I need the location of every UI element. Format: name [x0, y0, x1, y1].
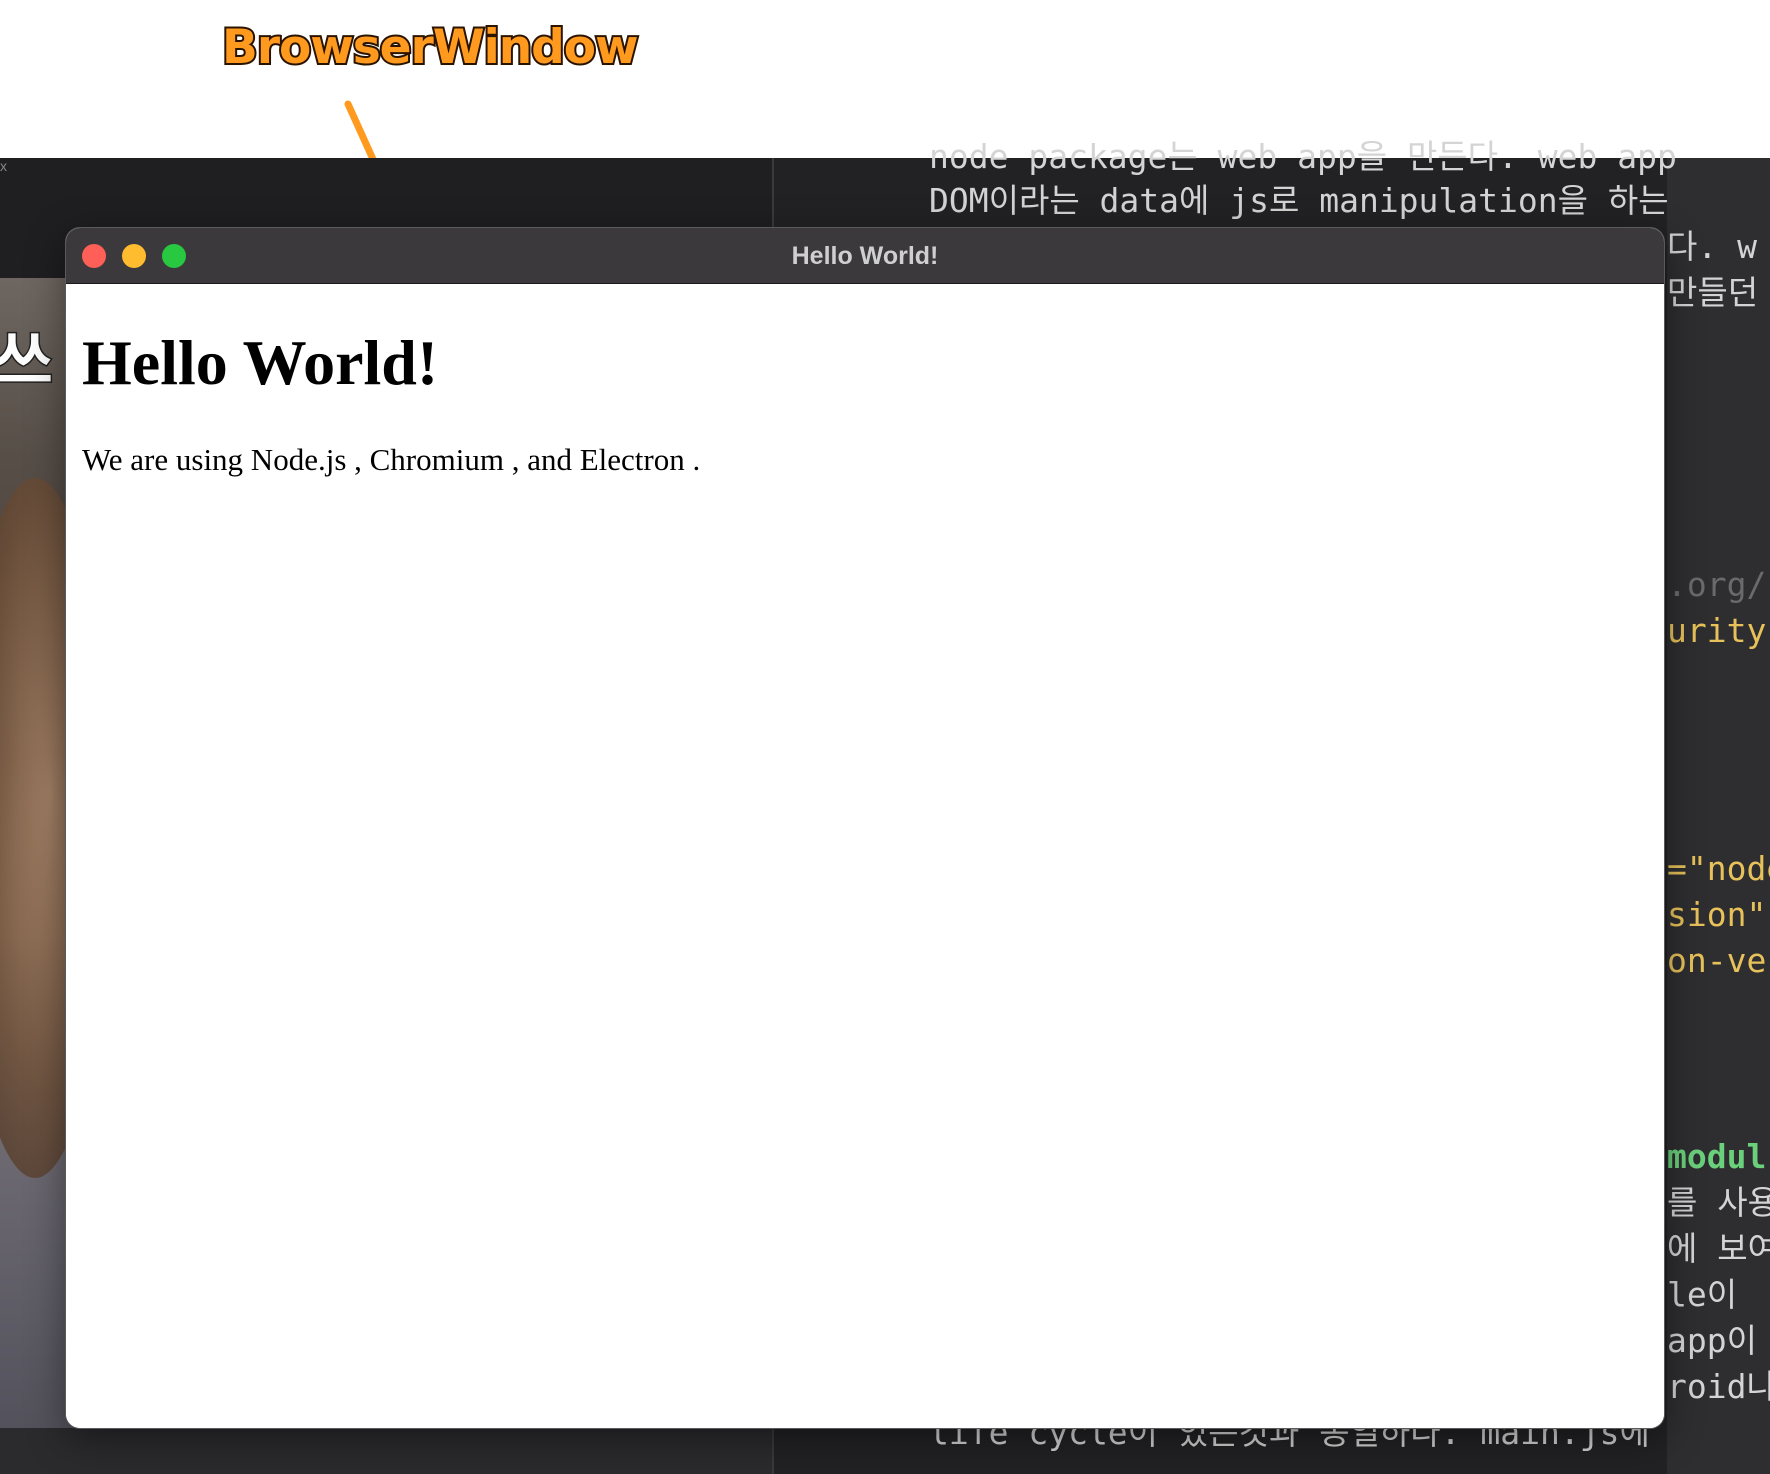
editor-line: modul: [1667, 1137, 1767, 1176]
editor-line: 만들던: [1667, 273, 1759, 312]
editor-line: 다. w: [1667, 227, 1757, 266]
editor-line: le이: [1667, 1275, 1738, 1314]
background-close-marker: x: [0, 158, 7, 174]
editor-line: app이: [1667, 1321, 1757, 1360]
browserwindow-annotation-label: BrowserWindow: [220, 18, 641, 77]
editor-line: roid나: [1667, 1367, 1770, 1406]
editor-line: DOM이라는 data에 js로 manipulation을 하는: [929, 181, 1669, 220]
background-bottom-panel: [0, 1428, 775, 1474]
editor-line: 를 사용: [1667, 1183, 1770, 1222]
editor-line: .org/: [1667, 565, 1767, 604]
editor-line: urity-: [1667, 611, 1770, 650]
window-content: Hello World! We are using Node.js , Chro…: [66, 284, 1664, 1428]
page-paragraph: We are using Node.js , Chromium , and El…: [82, 442, 701, 477]
editor-line: node package는 web app을 만든다. web app: [929, 137, 1677, 176]
editor-line: 에 보여: [1667, 1229, 1770, 1268]
page-heading: Hello World!: [82, 327, 439, 398]
background-video-caption: 쓰: [0, 324, 54, 401]
window-titlebar[interactable]: Hello World!: [66, 228, 1664, 284]
editor-line: ="node: [1667, 849, 1770, 888]
editor-line: sion":: [1667, 895, 1770, 934]
browser-window: Hello World! Hello World! We are using N…: [66, 228, 1664, 1428]
editor-line: on-ve: [1667, 941, 1767, 980]
window-title: Hello World!: [791, 242, 939, 270]
